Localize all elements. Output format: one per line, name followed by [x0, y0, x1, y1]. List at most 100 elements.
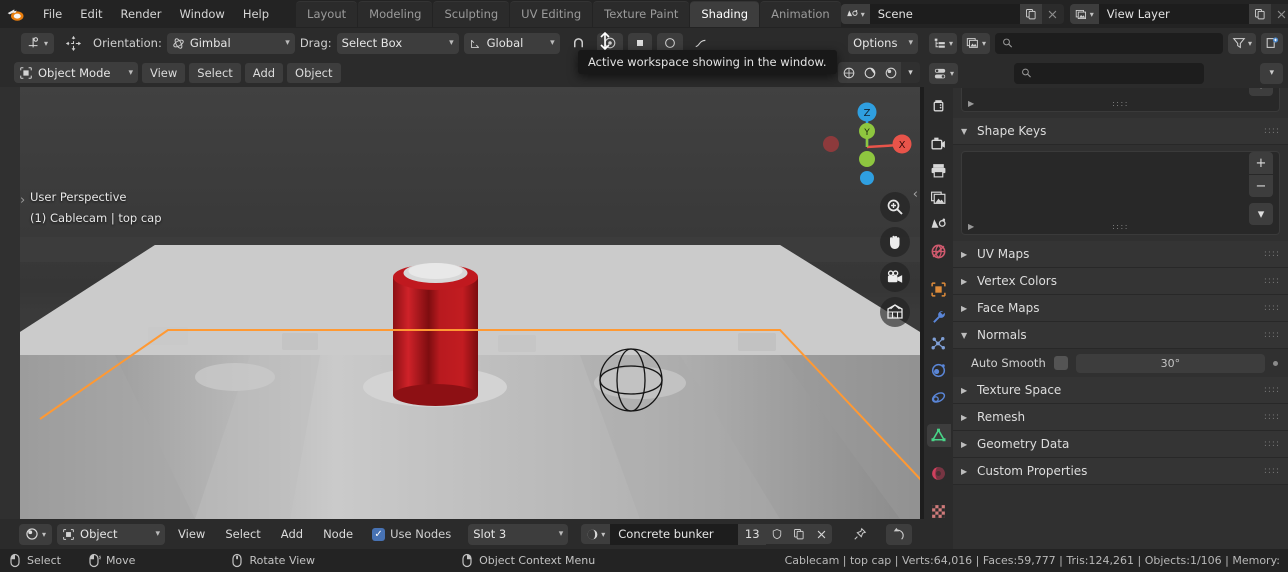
- properties-tab-scene[interactable]: [927, 213, 951, 236]
- properties-tab-texture[interactable]: [927, 500, 951, 523]
- properties-tab-tool[interactable]: [927, 94, 951, 117]
- partial-specials-button[interactable]: ▾: [1249, 88, 1273, 96]
- scene-name[interactable]: Scene: [869, 4, 1020, 24]
- resize-grip-icon[interactable]: ::::: [1112, 222, 1129, 231]
- pin-icon[interactable]: [847, 524, 873, 545]
- drag-dropdown[interactable]: Select Box ▾: [336, 32, 459, 54]
- workspace-tab-sculpting[interactable]: Sculpting: [433, 1, 510, 27]
- auto-smooth-checkbox[interactable]: [1053, 356, 1068, 370]
- panel-header-shape-keys[interactable]: ▼ Shape Keys::::: [953, 118, 1288, 145]
- outliner-display-mode-button[interactable]: ▾: [929, 32, 958, 54]
- shader-menu-view[interactable]: View: [170, 524, 213, 544]
- workspace-tab-shading[interactable]: Shading: [690, 1, 760, 27]
- panel-drag-grip[interactable]: ::::: [1264, 467, 1280, 476]
- shading-solid-button[interactable]: [859, 62, 880, 83]
- panel-header-uv-maps[interactable]: ▶ UV Maps::::: [953, 241, 1288, 268]
- unlink-scene-button[interactable]: [1041, 4, 1064, 24]
- auto-smooth-angle-slider[interactable]: 30°: [1075, 353, 1265, 373]
- view-layer-datablock[interactable]: ▾ View Layer: [1069, 4, 1288, 24]
- panel-header-texture-space[interactable]: ▶ Texture Space::::: [953, 377, 1288, 404]
- panel-header-geometry-data[interactable]: ▶ Geometry Data::::: [953, 431, 1288, 458]
- workspace-tab-animation[interactable]: Animation: [760, 1, 841, 27]
- properties-tab-particles[interactable]: [927, 332, 951, 355]
- transform-pivot-dropdown[interactable]: Global ▾: [463, 32, 560, 54]
- properties-tab-output[interactable]: [927, 159, 951, 182]
- editor-type-button[interactable]: ▾: [21, 32, 55, 54]
- shader-menu-add[interactable]: Add: [273, 524, 311, 544]
- new-material-icon[interactable]: [788, 524, 811, 544]
- panel-header-normals[interactable]: ▼ Normals::::: [953, 322, 1288, 349]
- move-gizmo-icon[interactable]: [59, 33, 88, 54]
- panel-drag-grip[interactable]: ::::: [1264, 413, 1280, 422]
- filter-funnel-icon[interactable]: ▾: [1227, 32, 1256, 54]
- viewport-menu-select[interactable]: Select: [189, 62, 241, 83]
- properties-tab-material[interactable]: [927, 462, 951, 485]
- expand-triangle-icon[interactable]: ▶: [968, 222, 974, 231]
- go-to-parent-icon[interactable]: [886, 523, 913, 545]
- add-shape-key-button[interactable]: +: [1249, 152, 1273, 174]
- animate-property-dot[interactable]: [1273, 360, 1278, 366]
- use-nodes-toggle[interactable]: ✓ Use Nodes: [372, 527, 451, 541]
- camera-view-icon[interactable]: [880, 262, 910, 292]
- scene-icon[interactable]: ▾: [840, 4, 870, 24]
- menu-edit[interactable]: Edit: [71, 4, 111, 24]
- properties-editor-type-button[interactable]: ▾: [929, 62, 959, 84]
- properties-search-input[interactable]: [1014, 62, 1205, 84]
- panel-drag-grip[interactable]: ::::: [1264, 331, 1280, 340]
- menu-help[interactable]: Help: [234, 4, 278, 24]
- properties-tab-physics[interactable]: [927, 359, 951, 382]
- panel-drag-grip[interactable]: ::::: [1264, 250, 1280, 259]
- panel-header-face-maps[interactable]: ▶ Face Maps::::: [953, 295, 1288, 322]
- menu-render[interactable]: Render: [112, 4, 171, 24]
- properties-tab-view-layer[interactable]: [927, 186, 951, 209]
- expand-triangle-icon[interactable]: ▶: [968, 99, 974, 108]
- orientation-dropdown[interactable]: Gimbal ▾: [166, 32, 295, 54]
- panel-header-vertex-colors[interactable]: ▶ Vertex Colors::::: [953, 268, 1288, 295]
- shading-wireframe-button[interactable]: [838, 62, 859, 83]
- viewport-menu-add[interactable]: Add: [244, 62, 284, 83]
- shader-menu-node[interactable]: Node: [315, 524, 361, 544]
- remove-view-layer-button[interactable]: [1270, 4, 1288, 24]
- shader-menu-select[interactable]: Select: [217, 524, 268, 544]
- properties-search-field[interactable]: [1037, 66, 1198, 80]
- view-layer-icon[interactable]: ▾: [1069, 4, 1099, 24]
- panel-drag-grip[interactable]: ::::: [1264, 127, 1280, 136]
- shape-key-specials-button[interactable]: ▾: [1249, 203, 1273, 225]
- options-dropdown[interactable]: Options ▾: [848, 32, 918, 54]
- panel-drag-grip[interactable]: ::::: [1264, 386, 1280, 395]
- outliner-search-field[interactable]: [1018, 36, 1216, 50]
- panel-header-remesh[interactable]: ▶ Remesh::::: [953, 404, 1288, 431]
- shader-editor-type-button[interactable]: ▾: [19, 523, 53, 545]
- material-sphere-icon[interactable]: ▾: [581, 524, 611, 544]
- material-name-field[interactable]: Concrete bunker: [610, 523, 739, 545]
- partial-list-above[interactable]: − ▾ ▶ ::::: [961, 88, 1280, 112]
- outliner-search-input[interactable]: [995, 32, 1223, 54]
- blender-logo-icon[interactable]: [6, 3, 26, 25]
- new-scene-button[interactable]: [1019, 4, 1042, 24]
- new-collection-icon[interactable]: [1261, 32, 1283, 54]
- properties-tab-object-data[interactable]: [926, 424, 951, 447]
- unlink-material-icon[interactable]: [810, 524, 833, 544]
- 3d-viewport[interactable]: › User Perspective (1) Cablecam | top ca…: [20, 87, 920, 519]
- properties-options-caret[interactable]: ▾: [1260, 62, 1283, 84]
- viewport-menu-object[interactable]: Object: [287, 62, 341, 83]
- panel-drag-grip[interactable]: ::::: [1264, 304, 1280, 313]
- material-user-count[interactable]: 13: [738, 523, 767, 545]
- properties-tab-constraints[interactable]: [927, 386, 951, 409]
- workspace-tab-layout[interactable]: Layout: [296, 1, 358, 27]
- pan-hand-icon[interactable]: [880, 227, 910, 257]
- workspace-tab-uv-editing[interactable]: UV Editing: [510, 1, 593, 27]
- viewport-menu-view[interactable]: View: [142, 62, 186, 83]
- workspace-tab-modeling[interactable]: Modeling: [358, 1, 433, 27]
- toggle-ortho-icon[interactable]: [880, 297, 910, 327]
- scene-datablock[interactable]: ▾ Scene: [840, 4, 1064, 24]
- material-slot-dropdown[interactable]: Slot 3 ▾: [468, 523, 569, 545]
- menu-window[interactable]: Window: [170, 4, 233, 24]
- properties-body[interactable]: − ▾ ▶ :::: ▼Shape Keys::::+−▾▶::::▶UV Ma…: [953, 88, 1288, 549]
- properties-tab-world[interactable]: [927, 240, 951, 263]
- properties-tab-modifiers[interactable]: [927, 305, 951, 328]
- zoom-icon[interactable]: [880, 192, 910, 222]
- properties-tab-object[interactable]: [927, 278, 951, 301]
- panel-drag-grip[interactable]: ::::: [1264, 277, 1280, 286]
- shape-keys-list[interactable]: + − ▾ ▶::::: [961, 151, 1280, 235]
